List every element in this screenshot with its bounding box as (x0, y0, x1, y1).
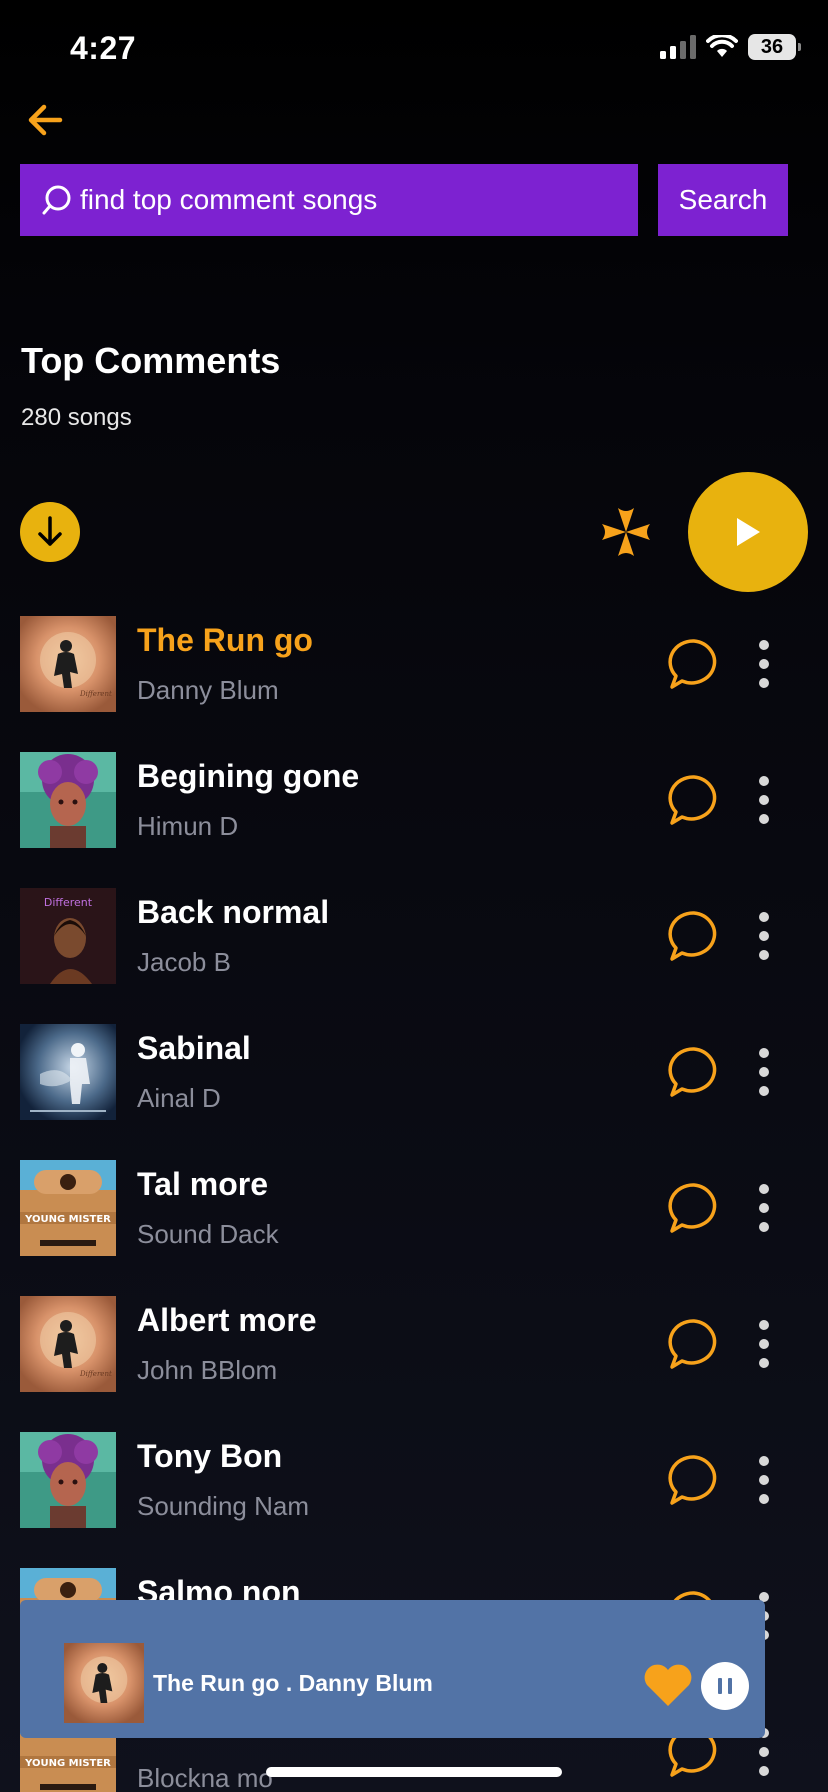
status-time: 4:27 (70, 30, 137, 66)
song-title: Sabinal (137, 1030, 251, 1066)
battery-icon: 36 (748, 34, 801, 60)
album-artwork (20, 752, 116, 848)
song-row[interactable]: Different Albert more John BBlom (0, 1292, 828, 1428)
pause-icon-bar (728, 1678, 732, 1694)
album-artwork: Different (20, 616, 116, 712)
search-icon (42, 185, 71, 215)
mini-player[interactable]: The Run go . Danny Blum (20, 1600, 765, 1738)
play-icon (737, 518, 760, 546)
song-title: Tony Bon (137, 1438, 283, 1474)
comment-icon[interactable] (666, 1044, 722, 1100)
search-button[interactable]: Search (658, 164, 788, 236)
comment-icon[interactable] (666, 908, 722, 964)
comment-icon[interactable] (666, 636, 722, 692)
more-options-icon[interactable] (752, 1042, 776, 1102)
more-options-icon[interactable] (752, 770, 776, 830)
comment-icon[interactable] (666, 1316, 722, 1372)
more-options-icon[interactable] (752, 1314, 776, 1374)
song-artist: John BBlom (137, 1355, 278, 1385)
album-artwork: Different (20, 888, 116, 984)
wifi-icon (706, 35, 738, 57)
album-artwork (20, 1432, 116, 1528)
shuffle-icon[interactable] (598, 504, 654, 560)
status-icons: 36 (660, 34, 801, 60)
song-row[interactable]: YOUNG MISTER Tal more Sound Dack (0, 1156, 828, 1292)
song-artist: Sound Dack (137, 1219, 279, 1249)
svg-text:Different: Different (44, 896, 93, 909)
comment-icon[interactable] (666, 1180, 722, 1236)
song-row[interactable]: Sabinal Ainal D (0, 1020, 828, 1156)
more-options-icon[interactable] (752, 634, 776, 694)
song-artist: Ainal D (137, 1083, 221, 1113)
heart-icon[interactable] (642, 1662, 694, 1708)
app-screen: 4:27 36 Search Top Comments 280 songs (0, 0, 828, 1792)
song-artist: Danny Blum (137, 675, 279, 705)
pause-button[interactable] (701, 1662, 749, 1710)
song-artist: Jacob B (137, 947, 231, 977)
song-artist: Himun D (137, 811, 239, 841)
search-input[interactable] (80, 184, 620, 216)
page-title: Top Comments (21, 340, 281, 381)
album-artwork (20, 1024, 116, 1120)
svg-text:Different: Different (79, 690, 112, 698)
song-artist: Sounding Nam (137, 1491, 309, 1521)
pause-icon-bar (718, 1678, 722, 1694)
song-title: Tal more (137, 1166, 268, 1202)
comment-icon[interactable] (666, 772, 722, 828)
song-count: 280 songs (21, 404, 132, 431)
more-options-icon[interactable] (752, 1178, 776, 1238)
song-title: The Run go (137, 622, 313, 658)
svg-text:YOUNG MISTER: YOUNG MISTER (24, 1214, 111, 1225)
song-artist: Blockna mo (137, 1763, 273, 1792)
song-row[interactable]: Different Back normal Jacob B (0, 884, 828, 1020)
song-title: Begining gone (137, 758, 360, 794)
download-button[interactable] (20, 502, 80, 562)
search-bar[interactable] (20, 164, 638, 236)
comment-icon[interactable] (666, 1452, 722, 1508)
more-options-icon[interactable] (752, 1450, 776, 1510)
more-options-icon[interactable] (752, 906, 776, 966)
svg-text:Different: Different (79, 1370, 112, 1378)
back-arrow-icon[interactable] (24, 98, 68, 142)
song-row[interactable]: Begining gone Himun D (0, 748, 828, 884)
album-artwork: YOUNG MISTER (20, 1160, 116, 1256)
song-row[interactable]: Different The Run go Danny Blum (0, 612, 828, 748)
now-playing-title: The Run go . Danny Blum (153, 1670, 433, 1696)
album-artwork: Different (20, 1296, 116, 1392)
play-all-button[interactable] (688, 472, 808, 592)
mini-player-artwork (64, 1643, 144, 1723)
song-title: Albert more (137, 1302, 317, 1338)
home-indicator (266, 1767, 562, 1777)
svg-text:YOUNG MISTER: YOUNG MISTER (24, 1758, 111, 1769)
song-row[interactable]: Tony Bon Sounding Nam (0, 1428, 828, 1564)
signal-icon (660, 35, 696, 59)
arrow-down-icon (38, 516, 62, 546)
song-title: Back normal (137, 894, 330, 930)
